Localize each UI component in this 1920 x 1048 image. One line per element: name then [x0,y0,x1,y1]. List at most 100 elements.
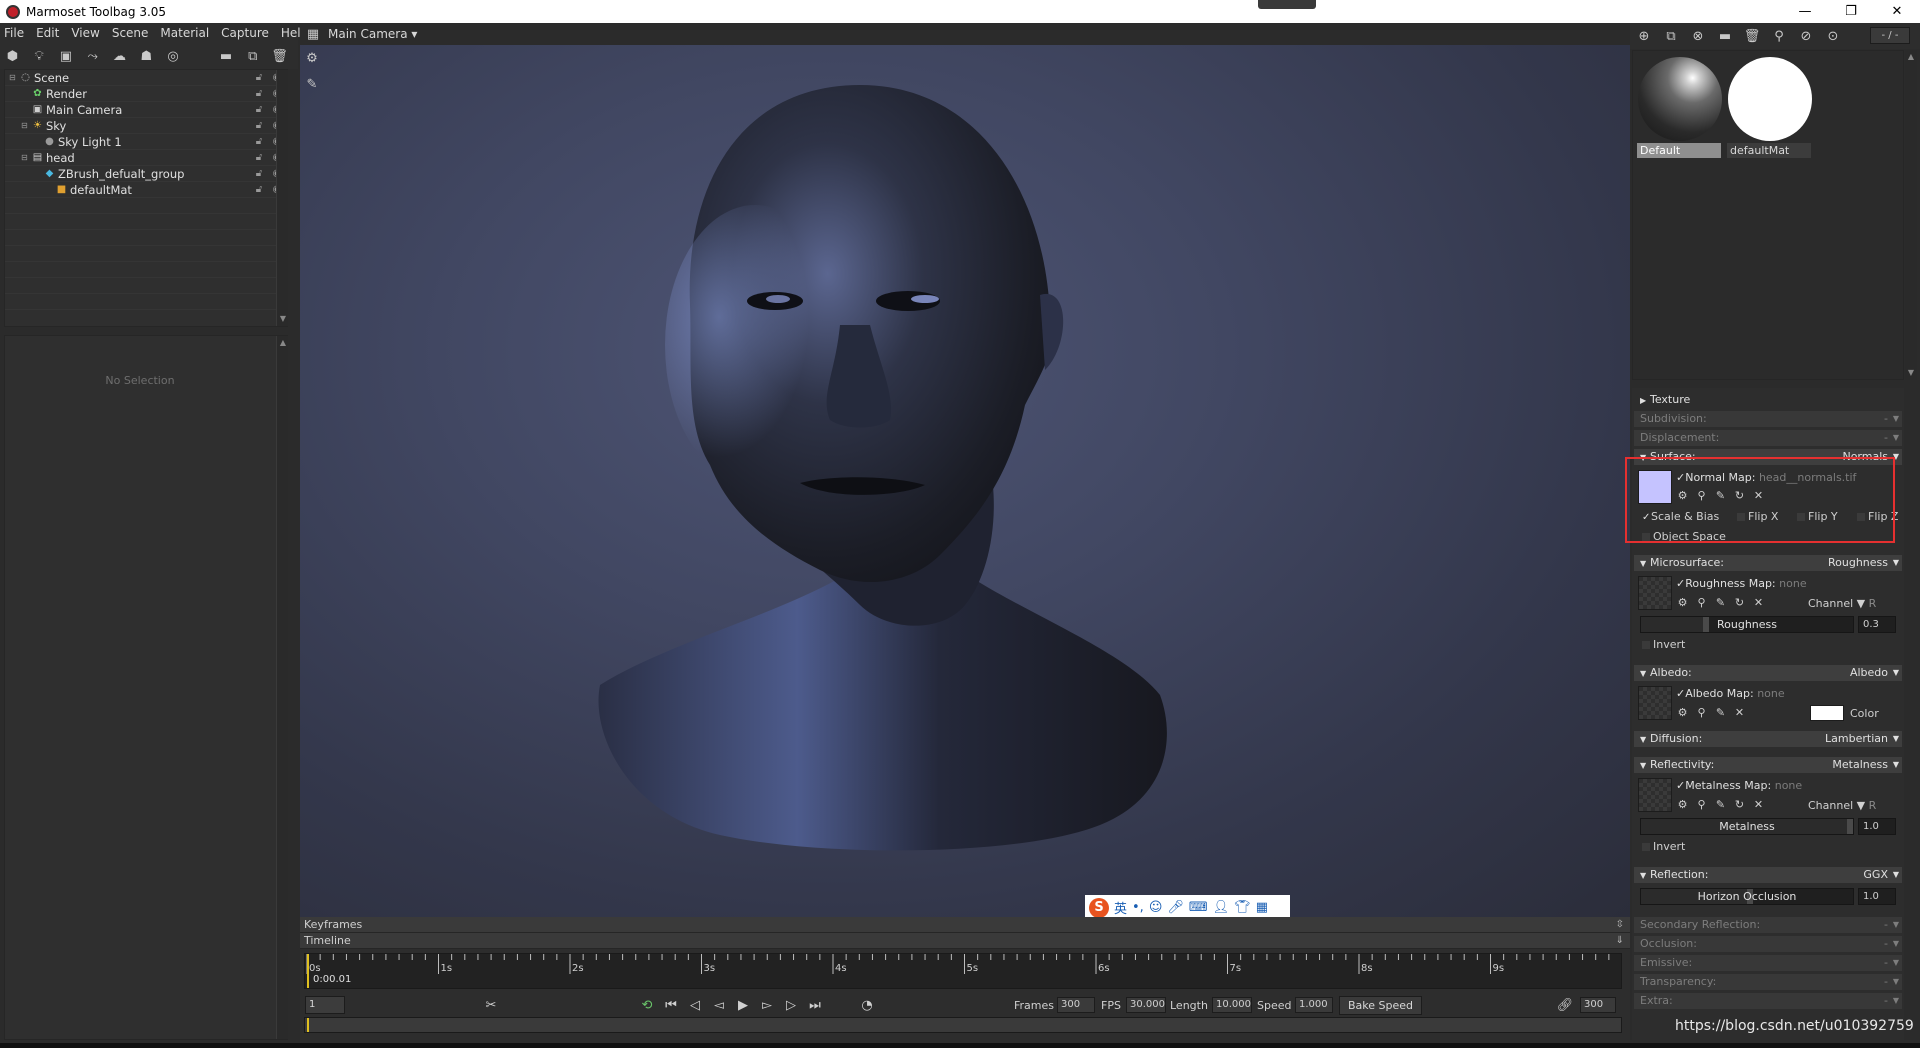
search-icon[interactable]: ⚲ [1695,706,1708,719]
speed-field[interactable]: 1.000 [1295,997,1333,1013]
maximize-button[interactable]: ❐ [1828,0,1874,23]
dropdown-icon[interactable]: ▼ [1893,555,1899,571]
add-shadow-catcher-icon[interactable]: ☁ [111,47,128,65]
roughness-channel-select[interactable]: Channel ▼ R [1808,597,1876,610]
frames-field[interactable]: 300 [1057,997,1095,1013]
lock-icon[interactable]: 🔓︎ [253,119,265,131]
current-frame-field[interactable]: 1 [305,996,345,1014]
expand-toggle-icon[interactable]: ⊟ [21,121,31,130]
metalness-invert-checkbox[interactable]: Invert [1642,840,1685,853]
horizon-occlusion-value[interactable]: 1.0 [1858,888,1896,905]
scene-scrollbar[interactable]: ▼ [276,70,288,326]
duplicate-icon[interactable]: ⧉ [244,47,261,65]
scroll-up-icon[interactable]: ▲ [278,338,288,348]
timeline-ruler[interactable]: 0:00.01 0s 1s 2s 3s 4s 5s 6s 7s 8s 9s [304,953,1622,989]
punctuation-icon[interactable]: •, [1132,900,1144,915]
clock-icon[interactable]: ◔ [858,996,876,1014]
link-icon[interactable]: 🔗︎ [1556,996,1574,1014]
extra-section[interactable]: Extra: - ▼ [1634,993,1902,1009]
dropdown-icon[interactable]: ▼ [1893,430,1899,446]
brush-icon[interactable]: ✎ [1714,706,1727,719]
roughness-slider[interactable]: Roughness [1640,616,1854,633]
metalness-map-title[interactable]: ✓Metalness Map: none [1676,779,1802,792]
skip-start-icon[interactable]: ⏮ [662,996,680,1014]
gear-icon[interactable]: ⚙ [1676,596,1689,609]
reflectivity-section[interactable]: ▼ Reflectivity: Metalness ▼ [1634,757,1902,773]
length-field[interactable]: 10.000 [1212,997,1252,1013]
reload-icon[interactable]: ↻ [1733,596,1746,609]
bake-speed-button[interactable]: Bake Speed [1339,996,1423,1015]
scene-tree-item[interactable]: ▣Main Camera🔓︎◉ [5,102,287,118]
timeline-bar[interactable]: Timeline ⇓ [300,933,1630,949]
scene-tree-item[interactable]: ✿Render🔓︎◉ [5,86,287,102]
library-scrollbar[interactable]: ▲ ▼ [1905,50,1917,380]
dropdown-icon[interactable]: ▼ [1893,411,1899,427]
eyedropper-icon[interactable]: ⊘ [1797,27,1815,45]
emoji-icon[interactable]: ☺ [1149,900,1163,915]
scene-tree-item[interactable]: ●Sky Light 1🔓︎◉ [5,134,287,150]
add-light-icon[interactable]: 💡︎ [31,47,48,65]
scene-tree-item[interactable]: ◆ZBrush_defualt_group🔓︎◉ [5,166,287,182]
gear-icon[interactable]: ⚙ [1676,706,1689,719]
material-picker-icon[interactable]: ⊗ [1689,27,1707,45]
skip-end-icon[interactable]: ⏭ [806,996,824,1014]
fps-field[interactable]: 30.000 [1126,997,1166,1013]
dropdown-icon[interactable]: ▼ [1893,731,1899,747]
displacement-section[interactable]: Displacement: - ▼ [1634,430,1902,446]
assign-material-icon[interactable]: ⚲ [1770,27,1788,45]
add-mesh-icon[interactable]: ⬢ [4,47,21,65]
material-tile-defaultmat[interactable]: defaultMat [1727,57,1813,159]
timeline-scrubber[interactable] [304,1017,1622,1033]
library-page[interactable]: - / - [1870,27,1910,44]
scene-tree-item[interactable]: ■defaultMat🔓︎◉ [5,182,287,198]
menu-view[interactable]: View [71,26,99,40]
dropdown-icon[interactable]: ▼ [1893,974,1899,990]
step-forward-icon[interactable]: ▻ [758,996,776,1014]
gear-icon[interactable]: ⚙ [1676,798,1689,811]
secondary-reflection-section[interactable]: Secondary Reflection: - ▼ [1634,917,1902,933]
roughness-invert-checkbox[interactable]: Invert [1642,638,1685,651]
viewport-settings-icon[interactable]: ⚙ [303,49,321,67]
add-turntable-icon[interactable]: ⤳ [84,47,101,65]
lock-icon[interactable]: 🔓︎ [253,103,265,115]
dropdown-icon[interactable]: ▼ [1893,993,1899,1009]
mic-icon[interactable]: 🎤︎ [1167,900,1184,915]
prev-key-icon[interactable]: ◁ [686,996,704,1014]
material-tile-default[interactable]: Default [1637,57,1723,159]
lock-icon[interactable]: 🔓︎ [253,151,265,163]
new-material-icon[interactable]: ⊕ [1635,27,1653,45]
roughness-map-title[interactable]: ✓Roughness Map: none [1676,577,1807,590]
scene-tree-item[interactable]: ⊟☀Sky🔓︎◉ [5,118,287,134]
lock-icon[interactable]: 🔓︎ [253,87,265,99]
brush-icon[interactable]: ✎ [1714,596,1727,609]
scene-tree-item[interactable]: ⊟◌Scene🔓︎◉ [5,70,287,86]
close-button[interactable]: ✕ [1874,0,1920,23]
collapse-icon[interactable]: ⇓ [1616,935,1624,946]
reflection-section[interactable]: ▼ Reflection: GGX ▼ [1634,867,1902,883]
search-icon[interactable]: ⚲ [1695,798,1708,811]
dropdown-icon[interactable]: ▼ [1893,757,1899,773]
lock-icon[interactable]: 🔓︎ [253,167,265,179]
paint-brush-icon[interactable]: ✎ [303,75,321,93]
menu-edit[interactable]: Edit [36,26,59,40]
scroll-down-icon[interactable]: ▼ [278,314,288,324]
duplicate-material-icon[interactable]: ⧉ [1662,27,1680,45]
albedo-map-swatch[interactable] [1638,686,1672,720]
trash-icon[interactable]: 🗑︎ [271,47,288,65]
scene-tree-item[interactable]: ⊟▤head🔓︎◉ [5,150,287,166]
diffusion-section[interactable]: ▼ Diffusion: Lambertian ▼ [1634,731,1902,747]
properties-scrollbar[interactable]: ▲ [276,336,288,1039]
close-icon[interactable]: ✕ [1752,798,1765,811]
user-icon[interactable]: 👤︎ [1213,900,1230,915]
metalness-channel-select[interactable]: Channel ▼ R [1808,799,1876,812]
albedo-map-title[interactable]: ✓Albedo Map: none [1676,687,1785,700]
close-icon[interactable]: ✕ [1733,706,1746,719]
menu-file[interactable]: File [4,26,24,40]
horizon-occlusion-slider[interactable]: Horizon Occlusion [1640,888,1854,905]
occlusion-section[interactable]: Occlusion: - ▼ [1634,936,1902,952]
viewport-layout-icon[interactable]: ▦ [304,25,322,43]
keyboard-icon[interactable]: ⌨ [1189,900,1208,915]
expand-toggle-icon[interactable]: ⊟ [9,73,19,82]
dropdown-icon[interactable]: ▼ [1893,665,1899,681]
keyframes-bar[interactable]: Keyframes ⇳ [300,917,1630,933]
